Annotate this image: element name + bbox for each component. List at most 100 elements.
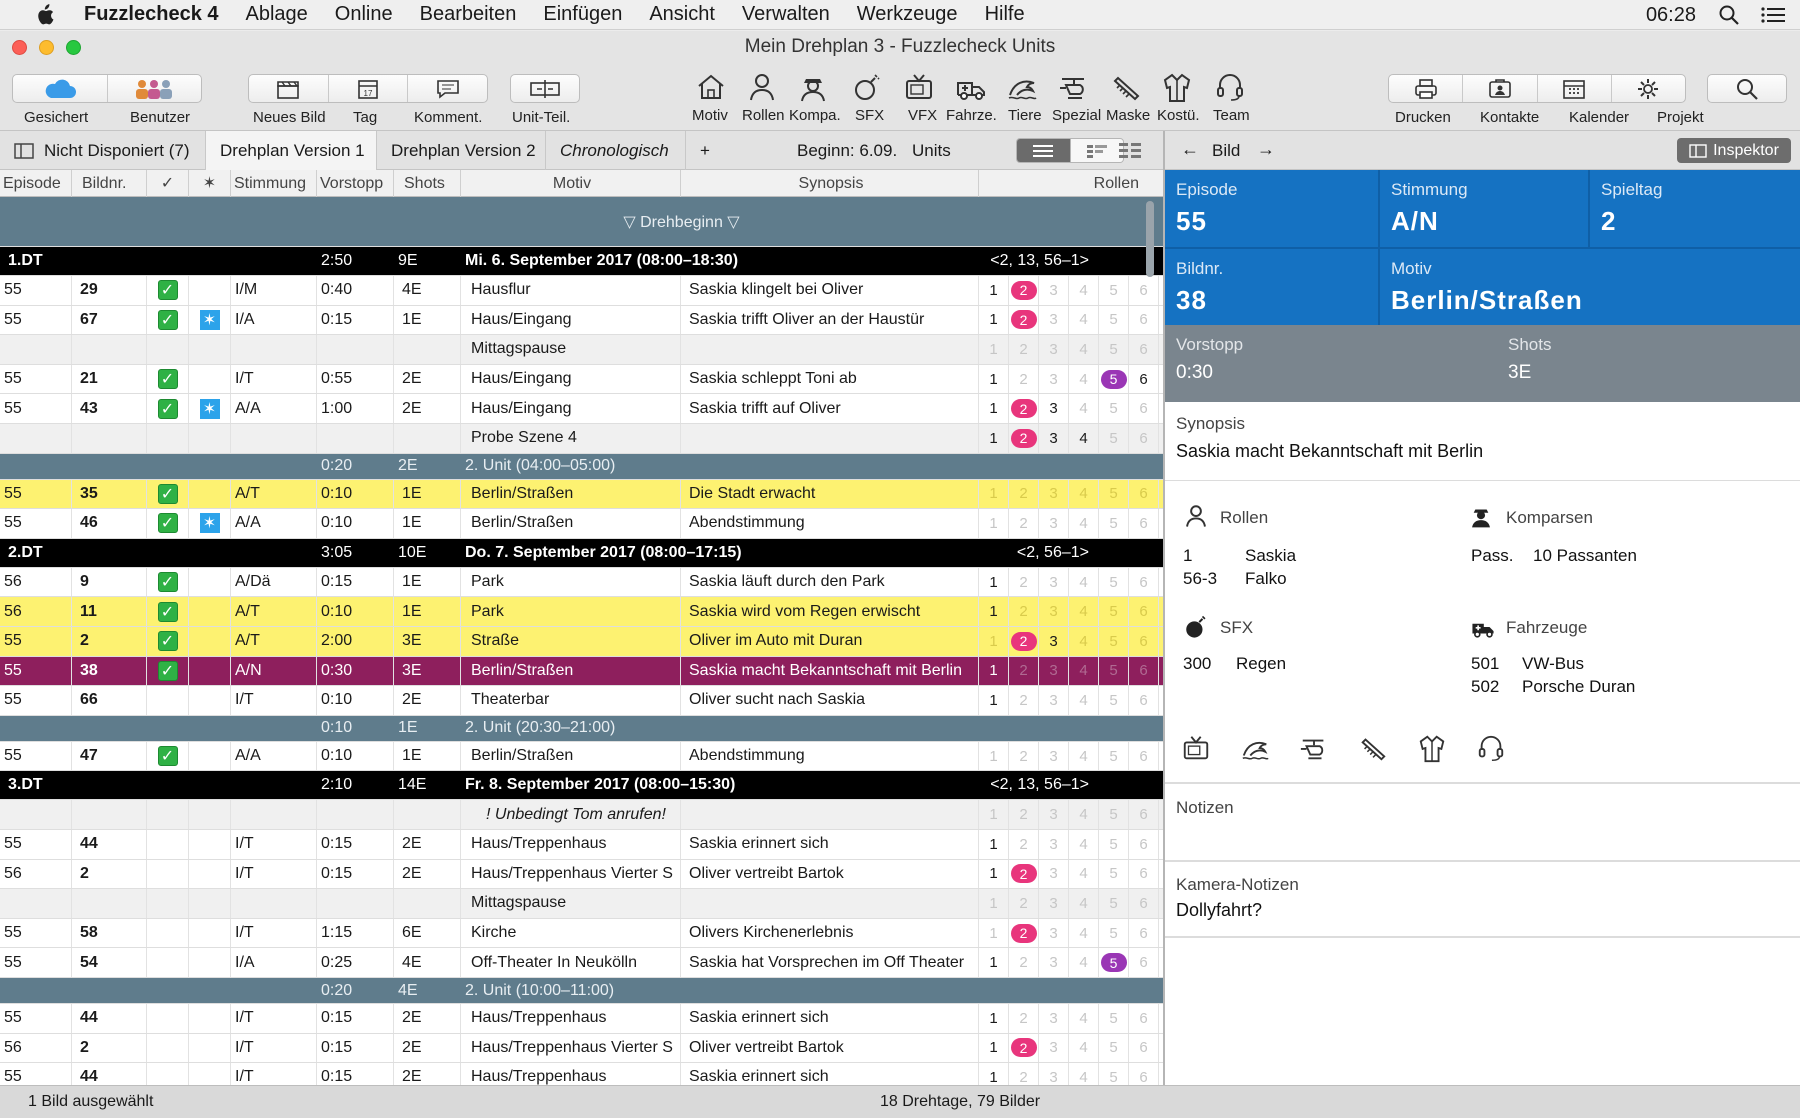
role-cell-1[interactable]: 1 — [979, 424, 1009, 453]
role-cell-4[interactable]: 4 — [1069, 1033, 1099, 1063]
cell-sy[interactable]: Saskia läuft durch den Park — [681, 567, 979, 597]
role-cell-5[interactable]: 5 — [1099, 1033, 1129, 1063]
role-cell-2[interactable]: 2 — [1009, 479, 1039, 509]
role-cell-4[interactable]: 4 — [1069, 800, 1099, 829]
role-cell-6[interactable]: 6 — [1129, 479, 1159, 509]
role-cell-2[interactable]: 2 — [1009, 830, 1039, 859]
cell-nr[interactable]: 58 — [72, 918, 147, 948]
role-cell-2[interactable]: 2 — [1009, 686, 1039, 715]
col-synopsis[interactable]: Synopsis — [681, 170, 979, 197]
role-cell-3[interactable]: 3 — [1039, 741, 1069, 771]
role-cell-1[interactable]: 1 — [979, 830, 1009, 859]
role-cell-2[interactable]: 2 — [1009, 305, 1039, 335]
komparsen-label[interactable]: Komparsen — [1506, 508, 1593, 528]
cell-vs[interactable]: 0:55 — [317, 364, 394, 394]
menu-einfuegen[interactable]: Einfügen — [543, 3, 622, 26]
cell-sh[interactable]: 1E — [394, 597, 461, 626]
cell-sh[interactable]: 2E — [394, 1063, 461, 1085]
cell-sy[interactable] — [681, 889, 979, 918]
cell-sy[interactable]: Saskia macht Bekanntschaft mit Berlin — [681, 656, 979, 686]
role-cell-3[interactable]: 3 — [1039, 364, 1069, 394]
scene-row[interactable]: 55 66 I/T 0:10 2E Theaterbar Oliver sucht nach… — [0, 686, 1163, 716]
comment-row[interactable]: ! Unbedingt Tom anrufen! 1 2 3 4 5 6 — [0, 800, 1163, 830]
cell-nr[interactable] — [72, 889, 147, 918]
cell-mo[interactable]: Haus/Treppenhaus — [461, 1063, 681, 1085]
cell-nr[interactable]: 47 — [72, 741, 147, 771]
rollen-label[interactable]: Rollen — [1220, 508, 1268, 528]
col-vorstopp[interactable]: Vorstopp — [317, 170, 394, 197]
komment-button[interactable] — [408, 75, 487, 102]
scene-row[interactable]: 56 11 ✓ A/T 0:10 1E Park Saskia wird vom Regen … — [0, 597, 1163, 627]
cell-vs[interactable]: 0:15 — [317, 830, 394, 859]
cell-st[interactable]: A/T — [231, 597, 317, 626]
scene-row[interactable]: 55 54 I/A 0:25 4E Off-Theater In Neukölln Sask… — [0, 948, 1163, 978]
role-cell-3[interactable]: 3 — [1039, 276, 1069, 305]
role-cell-2[interactable]: 2 — [1009, 509, 1039, 538]
role-cell-6[interactable]: 6 — [1129, 627, 1159, 656]
cell-sy[interactable]: Die Stadt erwacht — [681, 479, 979, 509]
check-icon[interactable]: ✓ — [157, 513, 178, 534]
role-cell-5[interactable]: 5 — [1099, 479, 1129, 509]
role-cell-6[interactable]: 6 — [1129, 948, 1159, 977]
role-cell-5[interactable]: 5 — [1099, 686, 1129, 715]
unit-row[interactable]: 0:20 2E 2. Unit (04:00–05:00) — [0, 453, 1163, 480]
cell-ep[interactable]: 55 — [0, 948, 72, 977]
cell-sy[interactable] — [681, 800, 979, 829]
role-cell-4[interactable]: 4 — [1069, 627, 1099, 656]
cell-chk[interactable]: ✓ — [147, 741, 189, 771]
cell-ep[interactable]: 55 — [0, 627, 72, 656]
role-cell-5[interactable]: 5 — [1099, 859, 1129, 889]
role-cell-4[interactable]: 4 — [1069, 918, 1099, 948]
menu-ablage[interactable]: Ablage — [246, 3, 308, 26]
spieltag-field[interactable]: Spieltag 2 — [1588, 170, 1800, 247]
cell-sy[interactable] — [681, 424, 979, 453]
role-cell-3[interactable]: 3 — [1039, 479, 1069, 509]
menu-hilfe[interactable]: Hilfe — [985, 3, 1025, 26]
cell-star[interactable] — [189, 276, 231, 305]
kostuem-jacket-icon[interactable] — [1417, 733, 1447, 763]
cell-star[interactable]: ✶ — [189, 305, 231, 335]
sfx-name[interactable]: Regen — [1236, 654, 1286, 674]
cell-sy[interactable]: Oliver vertreibt Bartok — [681, 1033, 979, 1063]
cell-chk[interactable] — [147, 1063, 189, 1085]
cell-st[interactable]: A/A — [231, 741, 317, 771]
cell-sh[interactable]: 2E — [394, 859, 461, 889]
motiv-house-icon[interactable] — [695, 71, 727, 103]
cell-sh[interactable] — [394, 800, 461, 829]
role-cell-2[interactable]: 2 — [1009, 364, 1039, 394]
units-label[interactable]: Units — [912, 141, 951, 161]
cell-ep[interactable]: 55 — [0, 656, 72, 686]
cell-chk[interactable] — [147, 1004, 189, 1033]
menu-clock[interactable]: 06:28 — [1646, 4, 1696, 27]
check-icon[interactable]: ✓ — [157, 631, 178, 652]
col-star[interactable]: ✶ — [189, 170, 231, 197]
role-cell-2[interactable]: 2 — [1009, 859, 1039, 889]
role-cell-1[interactable]: 1 — [979, 364, 1009, 394]
cell-mo[interactable]: Park — [461, 597, 681, 626]
cell-st[interactable] — [231, 889, 317, 918]
role-cell-3[interactable]: 3 — [1039, 394, 1069, 423]
cell-mo[interactable]: Haus/Eingang — [461, 364, 681, 394]
role-cell-1[interactable]: 1 — [979, 859, 1009, 889]
role-cell-5[interactable]: 5 — [1099, 889, 1129, 918]
cell-sy[interactable] — [681, 335, 979, 364]
add-tab-button[interactable]: + — [686, 131, 724, 170]
cell-star[interactable]: ✶ — [189, 509, 231, 538]
role-cell-5[interactable]: 5 — [1099, 424, 1129, 453]
role-cell-1[interactable]: 1 — [979, 305, 1009, 335]
role-cell-6[interactable]: 6 — [1129, 567, 1159, 597]
check-icon[interactable]: ✓ — [157, 660, 178, 681]
scene-row[interactable]: 55 44 I/T 0:15 2E Haus/Treppenhaus Saskia erin… — [0, 1063, 1163, 1085]
role-cell-6[interactable]: 6 — [1129, 305, 1159, 335]
role-cell-2[interactable]: 2 — [1009, 656, 1039, 686]
synopsis-section[interactable]: Synopsis Saskia macht Bekanntschaft mit … — [1165, 402, 1800, 480]
role-cell-3[interactable]: 3 — [1039, 1033, 1069, 1063]
cell-vs[interactable]: 0:10 — [317, 479, 394, 509]
role-cell-6[interactable]: 6 — [1129, 741, 1159, 771]
cell-ep[interactable]: 55 — [0, 394, 72, 423]
unit-row[interactable]: 0:10 1E 2. Unit (20:30–21:00) — [0, 715, 1163, 742]
cell-vs[interactable] — [317, 424, 394, 453]
role-cell-3[interactable]: 3 — [1039, 859, 1069, 889]
rolle-1-name[interactable]: Saskia — [1245, 546, 1296, 566]
cell-sy[interactable]: Abendstimmung — [681, 509, 979, 538]
